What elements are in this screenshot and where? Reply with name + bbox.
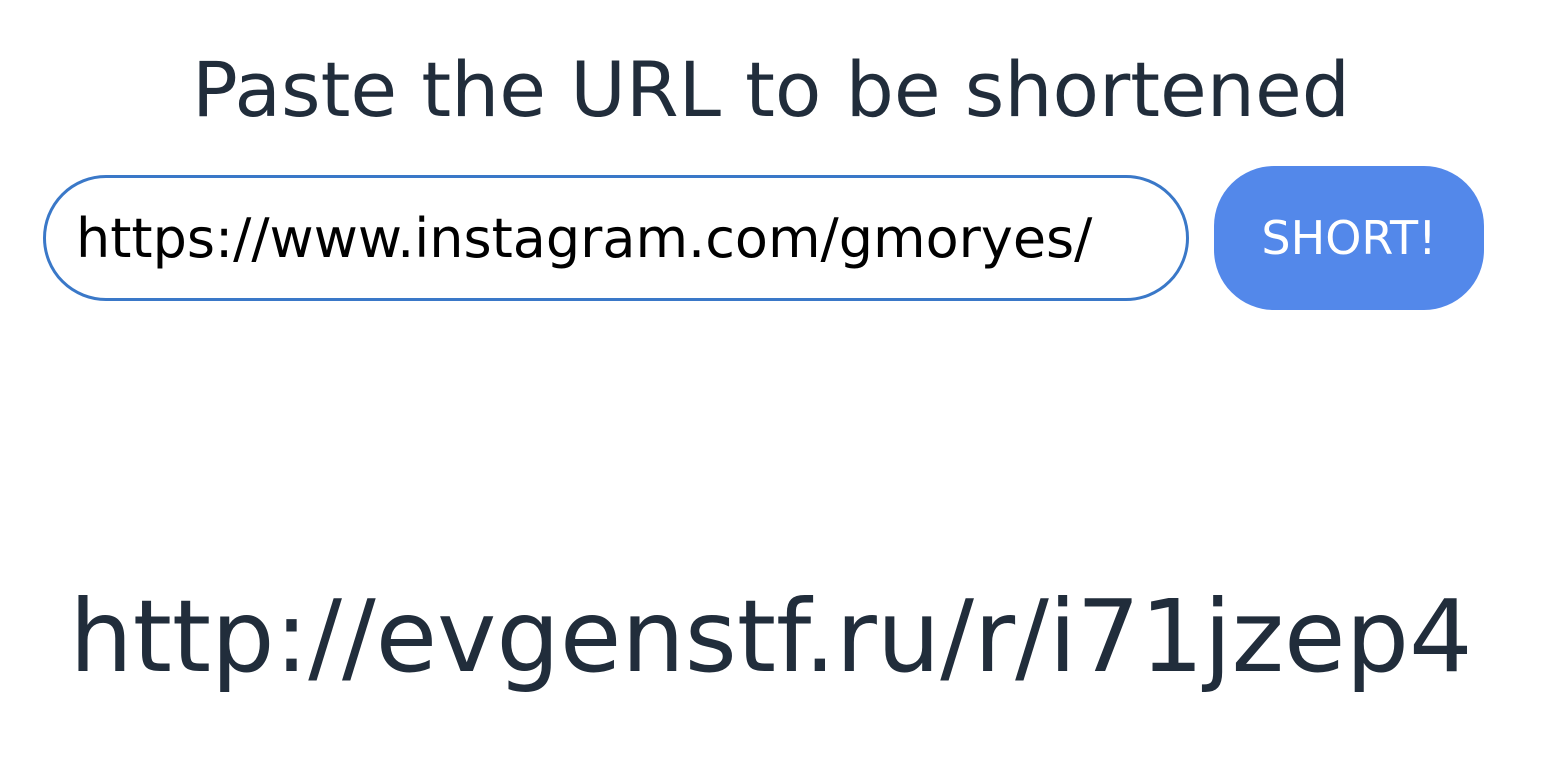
short-button[interactable]: SHORT! [1214,166,1484,310]
url-input[interactable] [43,175,1189,301]
shortened-url-result: http://evgenstf.ru/r/i71jzep4 [69,578,1473,695]
page-title: Paste the URL to be shortened [192,45,1350,134]
